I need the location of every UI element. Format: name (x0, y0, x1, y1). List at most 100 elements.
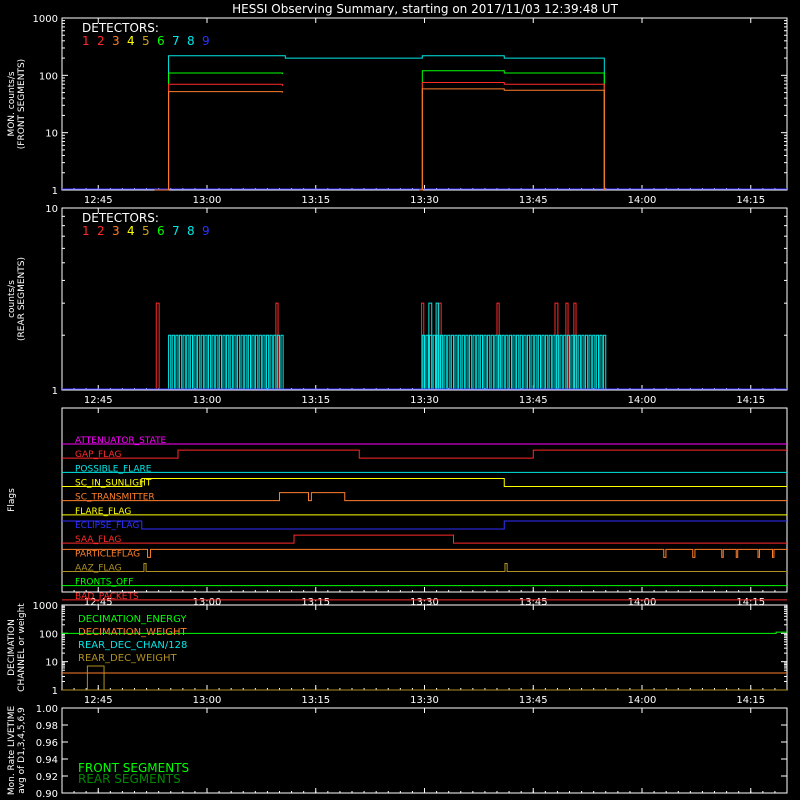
rear-count-spike (233, 334, 237, 389)
rear-count-spike (523, 334, 527, 389)
rear-xtick-label: 13:30 (410, 395, 439, 406)
flag-label: AAZ_FLAG (75, 564, 122, 574)
livetime-legend-entry: REAR SEGMENTS (78, 772, 181, 786)
rear-detector-number: 1 (82, 224, 90, 238)
rear-panel: 12:45 13:00 13:15 13:30 13:45 14:00 14:15 count… (7, 204, 788, 406)
front-xtick-label: 13:45 (519, 195, 548, 206)
livetime-ytick-label: 1.00 (36, 704, 58, 715)
front-ytick-label: 1000 (33, 14, 58, 25)
rear-count-spike (581, 334, 585, 389)
flag-line (62, 534, 787, 544)
front-detector-number: 7 (172, 34, 180, 48)
rear-count-spike (512, 334, 516, 389)
flag-line (62, 520, 787, 530)
rear-ytick-label: 1 (52, 386, 58, 397)
rear-count-spike (204, 334, 208, 389)
rear-count-spike (541, 334, 545, 389)
front-series-line (154, 55, 605, 191)
front-ytick-label: 10 (45, 129, 58, 140)
rear-count-spike (262, 334, 266, 389)
rear-count-spike (483, 334, 487, 389)
front-xtick-label: 13:30 (410, 195, 439, 206)
rear-count-spike (487, 334, 491, 389)
rear-count-spike (519, 334, 523, 389)
rear-count-spike (273, 334, 277, 389)
rear-xtick-label: 13:45 (519, 395, 548, 406)
rear-count-spike (222, 334, 226, 389)
rear-count-spike (236, 334, 241, 389)
rear-ytick-label: 10 (45, 204, 58, 215)
rear-count-spike (175, 334, 179, 389)
decimation-xtick-label: 13:45 (519, 695, 548, 706)
flag-label: SC_IN_SUNLIGHT (75, 479, 152, 489)
flag-line (62, 563, 787, 572)
flag-label: FLARE_FLAG (75, 507, 131, 517)
flag-line (62, 478, 787, 487)
decimation-xtick-label: 13:30 (410, 695, 439, 706)
rear-count-spike (215, 334, 219, 389)
rear-count-spike (429, 334, 433, 389)
decimation-ylabel: CHANNEL or weight (17, 603, 27, 692)
front-detector-number: 4 (127, 34, 135, 48)
front-detector-number: 9 (202, 34, 210, 48)
rear-count-spike (603, 334, 607, 389)
rear-count-spike (530, 334, 534, 389)
rear-count-spike (476, 334, 480, 389)
rear-count-spike (280, 334, 284, 389)
rear-count-spike (494, 334, 498, 389)
decimation-ytick-label: 10 (45, 658, 58, 669)
rear-count-spike (247, 334, 251, 389)
rear-count-spike (526, 334, 531, 389)
rear-count-spike (265, 334, 270, 389)
rear-count-spike (458, 334, 462, 389)
front-series-line (419, 88, 605, 191)
flags-frame (61, 407, 788, 593)
front-xtick-label: 13:00 (193, 195, 222, 206)
rear-count-spike (465, 334, 469, 389)
rear-xtick-label: 14:00 (628, 395, 657, 406)
flag-label: ECLIPSE_FLAG (75, 521, 139, 531)
front-series-line (154, 72, 283, 191)
decimation-xtick-label: 14:15 (736, 695, 765, 706)
livetime-ytick-label: 0.94 (36, 755, 58, 766)
rear-detector-number: 6 (157, 224, 165, 238)
rear-count-spike (425, 334, 429, 389)
livetime-ytick-label: 0.98 (36, 721, 58, 732)
flag-label: BAD_PACKETS (75, 592, 139, 602)
flag-label: SAA_FLAG (75, 535, 121, 545)
decimation-legend-entry: DECIMATION_WEIGHT (78, 627, 187, 638)
rear-count-spike (479, 334, 483, 389)
front-detectors-label: DETECTORS: (82, 21, 159, 35)
rear-detector-number: 3 (112, 224, 120, 238)
rear-xtick-label: 12:45 (84, 395, 113, 406)
decimation-xtick-label: 14:00 (628, 695, 657, 706)
rear-count-spike (189, 334, 193, 389)
rear-count-spike (548, 334, 552, 389)
flag-label: PARTICLEFLAG (75, 549, 140, 559)
livetime-ytick-label: 0.96 (36, 738, 58, 749)
front-detector-number: 3 (112, 34, 120, 48)
rear-count-spike (251, 334, 255, 389)
front-ytick-label: 1 (52, 186, 58, 197)
rear-detector-number: 8 (187, 224, 195, 238)
front-detector-number: 8 (187, 34, 195, 48)
decimation-series-line (86, 665, 105, 690)
flag-label: FRONTS_OFF (75, 578, 133, 588)
rear-count-spike (171, 334, 175, 389)
rear-count-spike (432, 334, 436, 389)
rear-count-spike (468, 334, 473, 389)
rear-count-spike (447, 334, 451, 389)
front-ylabel: MON. counts/s (7, 71, 17, 136)
front-ylabel: (FRONT SEGMENTS) (17, 59, 27, 149)
front-detector-number: 6 (157, 34, 165, 48)
rear-detectors-label: DETECTORS: (82, 211, 159, 225)
front-detector-number: 2 (97, 34, 105, 48)
flags-panel: 12:45 13:00 13:15 13:30 13:45 14:00 14:15Flags… (7, 407, 788, 608)
rear-count-spike (182, 334, 186, 389)
rear-count-spike (584, 334, 589, 389)
rear-count-spike (197, 334, 201, 389)
rear-detector-number: 2 (97, 224, 105, 238)
flag-label: ATTENUATOR_STATE (75, 436, 167, 446)
flag-line (62, 492, 787, 502)
decimation-legend-entry: REAR_DEC_CHAN/128 (78, 640, 187, 651)
